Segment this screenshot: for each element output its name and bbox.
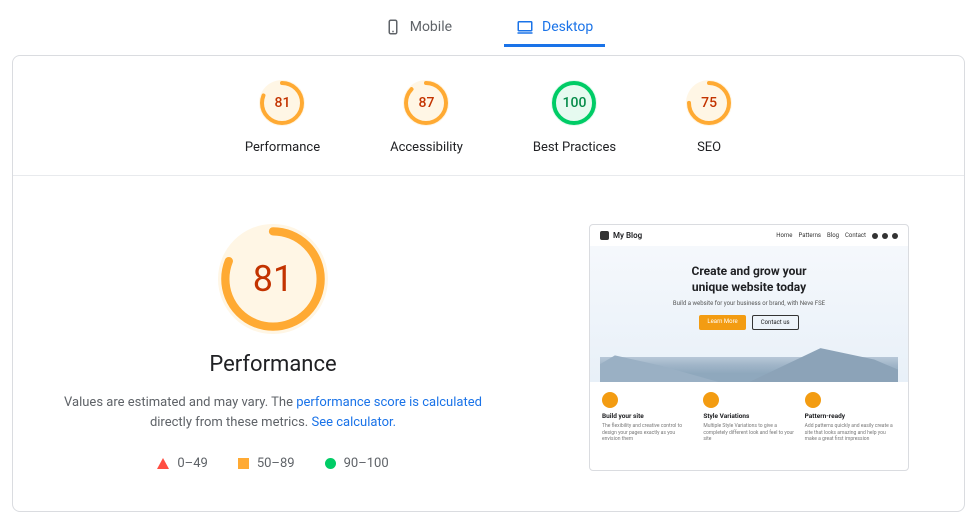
circle-icon [325,458,336,469]
legend-low: 0–49 [157,456,207,471]
gauge-label: SEO [697,140,721,155]
preview-btn-primary: Learn More [699,315,745,330]
tab-desktop-label: Desktop [542,19,593,35]
tab-desktop[interactable]: Desktop [504,10,605,47]
gauges-row: 81 Performance 87 Accessibility 100 Best… [13,80,964,176]
detail-section: 81 Performance Values are estimated and … [13,176,964,471]
gauge-score: 87 [403,80,449,126]
preview-hero: Create and grow yourunique website today… [590,246,908,382]
preview-hero-title: Create and grow yourunique website today [600,264,898,295]
score-calc-link[interactable]: performance score is calculated [296,395,482,410]
gauge-score: 100 [551,80,597,126]
gauge-label: Accessibility [390,140,463,155]
performance-description: Values are estimated and may vary. The p… [53,393,493,432]
preview-hero-sub: Build a website for your business or bra… [600,300,898,307]
site-preview: My Blog HomePatternsBlogContact Create a… [589,224,909,471]
preview-feature: Style Variations Multiple Style Variatio… [703,392,794,443]
gauge-score: 75 [686,80,732,126]
tab-mobile[interactable]: Mobile [372,10,464,47]
feature-icon [602,392,618,408]
triangle-icon [157,458,169,469]
performance-title: Performance [209,352,336,377]
square-icon [238,458,249,469]
preview-feature: Build your site The flexibility and crea… [602,392,693,443]
preview-nav: HomePatternsBlogContact [776,232,898,239]
gauge-label: Performance [245,140,320,155]
preview-btn-secondary: Contact us [752,315,799,330]
gauge-best-practices[interactable]: 100 Best Practices [533,80,616,155]
gauge-seo[interactable]: 75 SEO [686,80,732,155]
preview-logo: My Blog [600,231,642,240]
preview-features: Build your site The flexibility and crea… [590,382,908,453]
gauge-score: 81 [259,80,305,126]
feature-icon [703,392,719,408]
preview-mountains [600,340,898,382]
feature-icon [805,392,821,408]
gauge-label: Best Practices [533,140,616,155]
device-tabs: Mobile Desktop [0,0,977,47]
performance-big-score: 81 [218,224,328,334]
desktop-icon [516,18,534,36]
preview-social [872,233,898,239]
preview-header: My Blog HomePatternsBlogContact [590,225,908,246]
legend-high: 90–100 [325,456,389,471]
score-legend: 0–49 50–89 90–100 [157,456,388,471]
performance-big-gauge: 81 [218,224,328,334]
preview-hero-buttons: Learn More Contact us [600,315,898,330]
gauge-accessibility[interactable]: 87 Accessibility [390,80,463,155]
preview-feature: Pattern-ready Add patterns quickly and e… [805,392,896,443]
report-panel: 81 Performance 87 Accessibility 100 Best… [12,55,965,512]
gauge-performance[interactable]: 81 Performance [245,80,320,155]
performance-summary: 81 Performance Values are estimated and … [53,224,493,471]
tab-mobile-label: Mobile [410,19,452,35]
legend-mid: 50–89 [238,456,295,471]
mobile-icon [384,18,402,36]
see-calculator-link[interactable]: See calculator. [311,415,396,430]
